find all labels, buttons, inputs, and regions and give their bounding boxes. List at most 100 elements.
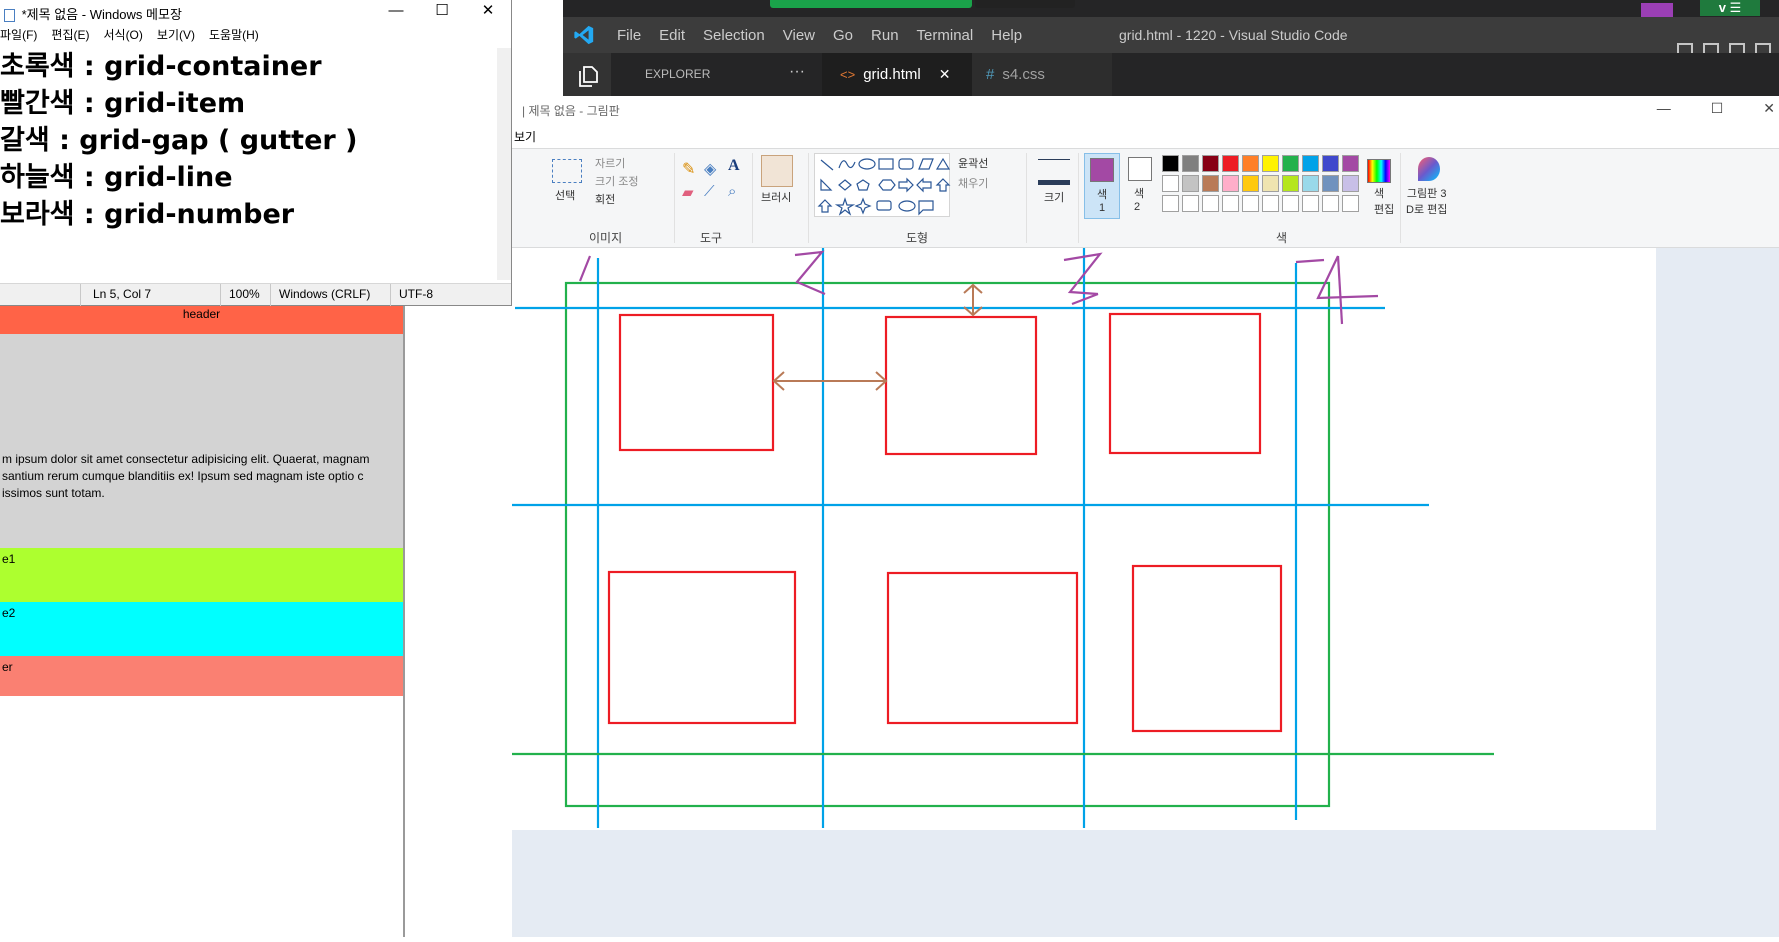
rotate-button[interactable]: 회전: [595, 191, 615, 207]
custom-color-slot[interactable]: [1162, 195, 1179, 212]
window-title: grid.html - 1220 - Visual Studio Code: [1119, 27, 1348, 43]
color-swatch[interactable]: [1242, 175, 1259, 192]
fill-bucket-icon[interactable]: ◈: [704, 159, 716, 179]
color-swatch[interactable]: [1182, 155, 1199, 172]
crop-button[interactable]: 자르기: [595, 155, 625, 171]
color-swatch[interactable]: [1222, 175, 1239, 192]
tab-label: s4.css: [1002, 66, 1045, 83]
pencil-icon[interactable]: ✎: [682, 159, 695, 179]
menu-view[interactable]: View: [783, 27, 815, 44]
close-icon[interactable]: ✕: [1763, 100, 1775, 117]
color-swatch[interactable]: [1302, 175, 1319, 192]
notepad-text-area[interactable]: 초록색 : grid-container 빨간색 : grid-item 갈색 …: [0, 48, 498, 280]
shapes-icon: [817, 157, 951, 216]
notification-bar[interactable]: [770, 0, 972, 8]
menu-help[interactable]: 도움말(H): [209, 26, 259, 46]
close-tab-icon[interactable]: ✕: [939, 66, 951, 83]
color2-swatch[interactable]: [1128, 157, 1152, 181]
menu-file[interactable]: File: [617, 27, 641, 44]
color1-button[interactable]: 색 1: [1084, 153, 1120, 219]
menu-edit[interactable]: Edit: [659, 27, 685, 44]
select-icon[interactable]: [552, 159, 582, 183]
color-swatch[interactable]: [1262, 155, 1279, 172]
custom-color-slot[interactable]: [1302, 195, 1319, 212]
notepad-window-controls: — ☐ ✕: [373, 0, 511, 24]
custom-color-slot[interactable]: [1342, 195, 1359, 212]
menu-help[interactable]: Help: [991, 27, 1022, 44]
menu-go[interactable]: Go: [833, 27, 853, 44]
size-label[interactable]: 크기: [1044, 189, 1064, 205]
color-swatch[interactable]: [1302, 155, 1319, 172]
color-swatch[interactable]: [1342, 155, 1359, 172]
menu-file[interactable]: 파일(F): [0, 26, 37, 46]
custom-color-slot[interactable]: [1262, 195, 1279, 212]
resize-button[interactable]: 크기 조정: [595, 173, 639, 189]
brush-icon[interactable]: [761, 155, 793, 187]
menu-edit[interactable]: 편집(E): [51, 26, 89, 46]
color-swatch[interactable]: [1202, 155, 1219, 172]
tray-app-icon[interactable]: [1641, 3, 1673, 17]
menu-run[interactable]: Run: [871, 27, 899, 44]
color-swatch[interactable]: [1202, 175, 1219, 192]
custom-color-slot[interactable]: [1202, 195, 1219, 212]
color-swatch[interactable]: [1262, 175, 1279, 192]
shapes-gallery[interactable]: [814, 153, 951, 217]
outline-button[interactable]: 윤곽선: [958, 155, 988, 171]
color-swatch[interactable]: [1162, 175, 1179, 192]
color2-label[interactable]: 색 2: [1134, 185, 1144, 213]
color-swatch[interactable]: [1342, 175, 1359, 192]
magnifier-icon[interactable]: ⌕: [728, 183, 736, 200]
pane-divider[interactable]: [403, 298, 405, 937]
menu-terminal[interactable]: Terminal: [917, 27, 974, 44]
color-picker-icon[interactable]: ⟋: [704, 183, 715, 200]
maximize-icon[interactable]: ☐: [419, 0, 465, 24]
custom-color-slot[interactable]: [1222, 195, 1239, 212]
vscode-logo-icon: [574, 25, 594, 45]
eraser-icon[interactable]: ▰: [682, 183, 694, 201]
custom-color-slot[interactable]: [1242, 195, 1259, 212]
status-divider: [220, 284, 221, 306]
tab-view[interactable]: 보기: [514, 130, 536, 144]
color-swatch[interactable]: [1322, 175, 1339, 192]
color-swatch[interactable]: [1242, 155, 1259, 172]
preview-main-text: m ipsum dolor sit amet consectetur adipi…: [2, 452, 370, 500]
edit-colors-label[interactable]: 색 편집: [1374, 185, 1394, 217]
explorer-files-icon[interactable]: [577, 65, 599, 87]
color-swatch[interactable]: [1162, 155, 1179, 172]
color-swatch[interactable]: [1282, 175, 1299, 192]
color-swatch[interactable]: [1322, 155, 1339, 172]
paint-title: | 제목 없음 - 그림판: [522, 104, 620, 118]
brush-label[interactable]: 브러시: [761, 189, 791, 205]
notification-button[interactable]: [975, 0, 1075, 8]
tray-badge[interactable]: v ☰: [1700, 0, 1760, 16]
text-tool-icon[interactable]: A: [728, 157, 740, 175]
minimize-icon[interactable]: —: [373, 0, 419, 24]
edit-colors-icon[interactable]: [1367, 159, 1391, 183]
color-swatch[interactable]: [1282, 155, 1299, 172]
paint3d-label[interactable]: 그림판 3 D로 편집: [1406, 185, 1447, 217]
select-label[interactable]: 선택: [555, 187, 575, 203]
vertical-scrollbar[interactable]: [497, 48, 511, 280]
custom-color-slot[interactable]: [1322, 195, 1339, 212]
explorer-more-icon[interactable]: ···: [789, 63, 805, 81]
color1-label: 색 1: [1097, 189, 1108, 214]
color-palette[interactable]: [1162, 155, 1362, 221]
color-swatch[interactable]: [1182, 175, 1199, 192]
drawing-canvas[interactable]: [404, 248, 1779, 937]
minimize-icon[interactable]: —: [1657, 100, 1671, 117]
menu-view[interactable]: 보기(V): [157, 26, 195, 46]
menu-format[interactable]: 서식(O): [103, 26, 142, 46]
color-swatch[interactable]: [1222, 155, 1239, 172]
size-icon[interactable]: [1038, 159, 1070, 185]
css-file-icon: #: [986, 66, 995, 83]
tab-grid-html[interactable]: <> grid.html ✕: [822, 53, 972, 96]
paint3d-icon[interactable]: [1418, 157, 1440, 181]
menu-selection[interactable]: Selection: [703, 27, 765, 44]
fill-button[interactable]: 채우기: [958, 175, 988, 191]
custom-color-slot[interactable]: [1182, 195, 1199, 212]
preview-side1: e1: [0, 548, 403, 602]
tab-s4-css[interactable]: # s4.css: [972, 53, 1112, 96]
close-icon[interactable]: ✕: [465, 0, 511, 24]
maximize-icon[interactable]: ☐: [1711, 100, 1724, 117]
custom-color-slot[interactable]: [1282, 195, 1299, 212]
